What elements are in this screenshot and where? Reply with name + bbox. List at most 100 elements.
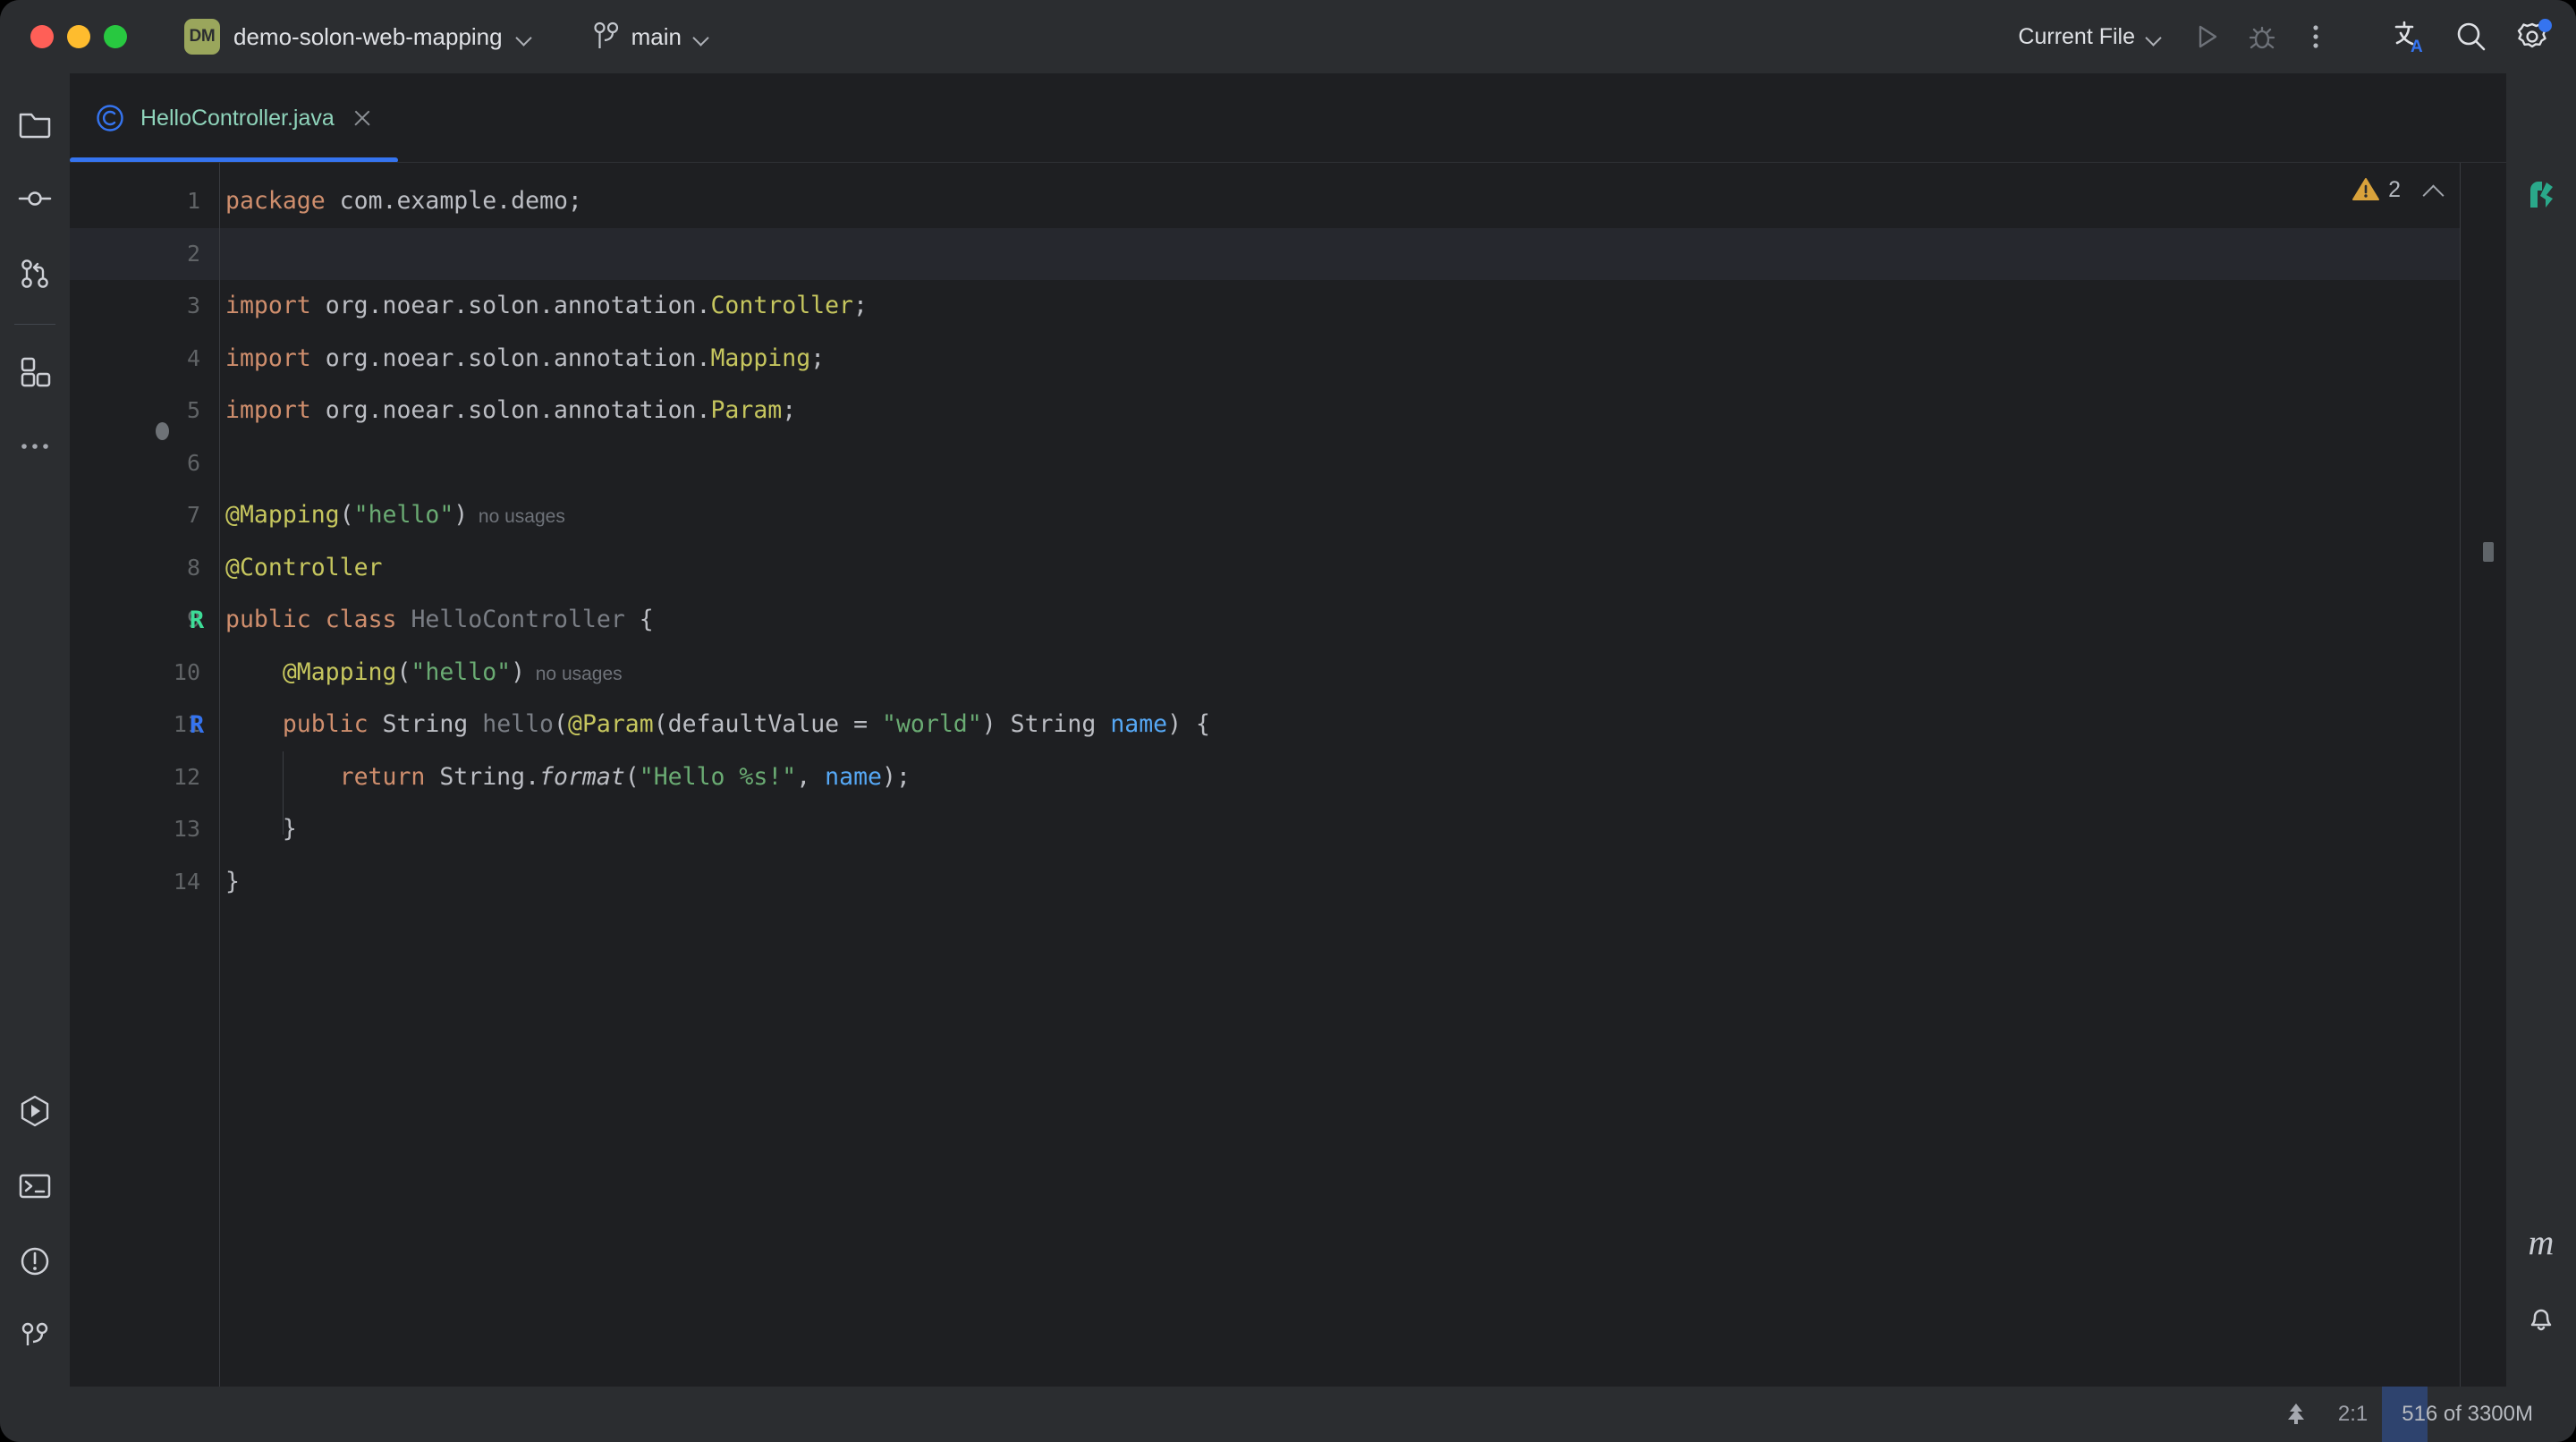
code-line[interactable]: import org.noear.solon.annotation.Param;	[220, 385, 2460, 437]
sidebar-item-commit[interactable]	[14, 178, 55, 219]
folder-icon	[19, 113, 51, 139]
code-token: name	[1110, 710, 1168, 738]
maximize-window-button[interactable]	[104, 25, 127, 48]
code-token: @Param	[567, 710, 654, 738]
code-editor[interactable]: 1 2 3 4 5 6 7 8 9 R 10 11 R 12 13 14 package com.exampl…	[70, 163, 2506, 1387]
tree-icon	[2287, 1404, 2304, 1424]
code-line[interactable]: }	[220, 803, 2460, 856]
code-token: import	[225, 292, 311, 319]
problems-icon	[21, 1247, 49, 1276]
memory-label: 516 of 3300M	[2402, 1402, 2533, 1426]
code-token: format	[539, 762, 625, 791]
code-line[interactable]: @Mapping("hello") no usages	[220, 489, 2460, 542]
more-options-button[interactable]	[2295, 16, 2336, 57]
settings-badge	[2538, 19, 2552, 32]
code-token: com.example.demo;	[339, 187, 582, 215]
line-number: 13	[173, 816, 200, 842]
sidebar-item-solon-plugin[interactable]	[2521, 176, 2562, 217]
editor-gutter[interactable]: 1 2 3 4 5 6 7 8 9 R 10 11 R 12 13 14	[70, 163, 220, 1387]
memory-indicator[interactable]: 516 of 3300M	[2382, 1387, 2553, 1442]
settings-icon[interactable]	[2512, 16, 2553, 57]
code-token: String	[439, 762, 526, 791]
toolbar-right: Current File A	[2003, 0, 2553, 73]
code-line[interactable]: public String hello(@Param(defaultValue …	[220, 699, 2460, 751]
run-button[interactable]	[2186, 16, 2227, 57]
translate-icon[interactable]: A	[2390, 16, 2431, 57]
code-token: "Hello %s!"	[639, 762, 797, 791]
code-token: @Controller	[225, 553, 383, 581]
code-token: org.noear.solon.annotation.	[310, 396, 711, 424]
gutter-fold-dot[interactable]	[156, 421, 169, 440]
gutter-run-marker[interactable]: R	[179, 699, 215, 751]
inlay-hint[interactable]: no usages	[468, 506, 565, 527]
sidebar-item-pull-requests[interactable]	[14, 253, 55, 294]
code-token: org.noear.solon.annotation.	[310, 344, 711, 372]
caret-position[interactable]: 2:1	[2324, 1387, 2382, 1442]
close-icon[interactable]	[350, 106, 375, 131]
line-number: 7	[186, 502, 200, 528]
code-line[interactable]: return String.format("Hello %s!", name);	[220, 751, 2460, 804]
code-token: "hello"	[411, 657, 512, 686]
code-token: ) {	[1167, 710, 1211, 738]
code-line[interactable]: @Controller	[220, 542, 2460, 595]
code-line[interactable]: public class HelloController {	[220, 594, 2460, 647]
left-tool-rail	[0, 73, 70, 1387]
code-content[interactable]: package com.example.demo; import org.noea…	[220, 163, 2460, 1387]
code-token: "world"	[882, 710, 982, 738]
code-token: )	[981, 710, 1011, 738]
sidebar-item-plugins[interactable]	[14, 351, 55, 392]
code-line[interactable]: import org.noear.solon.annotation.Contro…	[220, 280, 2460, 333]
code-token: @Mapping	[225, 501, 340, 529]
line-number: 4	[186, 344, 200, 371]
code-line[interactable]	[220, 228, 2460, 281]
debug-button[interactable]	[2241, 16, 2283, 57]
scrollbar-thumb[interactable]	[2483, 542, 2494, 562]
tab-hellocontroller-java[interactable]: HelloController.java	[70, 73, 398, 163]
code-line[interactable]: @Mapping("hello") no usages	[220, 647, 2460, 700]
sidebar-item-notifications[interactable]	[2521, 1297, 2562, 1338]
code-line[interactable]: import org.noear.solon.annotation.Mappin…	[220, 333, 2460, 386]
sidebar-item-maven[interactable]: m	[2521, 1222, 2562, 1263]
sidebar-item-terminal[interactable]	[14, 1166, 55, 1207]
code-token: {	[624, 606, 654, 633]
previous-problem-button[interactable]	[2420, 176, 2447, 203]
close-window-button[interactable]	[30, 25, 54, 48]
editor-tab-strip: HelloController.java	[70, 73, 2506, 163]
inlay-hint[interactable]: no usages	[525, 664, 623, 684]
run-configuration-selector[interactable]: Current File	[2003, 0, 2177, 73]
sidebar-item-project[interactable]	[14, 103, 55, 144]
gutter-run-marker[interactable]: R	[179, 594, 215, 647]
sidebar-item-version-control[interactable]	[14, 1316, 55, 1357]
code-token: class	[325, 606, 397, 633]
code-token: (	[339, 501, 354, 529]
code-token: public	[282, 710, 369, 738]
sidebar-item-problems[interactable]	[14, 1241, 55, 1282]
line-number: 5	[186, 397, 200, 423]
line-number: 6	[186, 449, 200, 476]
line-number: 14	[173, 868, 200, 895]
code-line[interactable]: package com.example.demo;	[220, 175, 2460, 228]
branch-selector[interactable]: main	[584, 16, 718, 57]
ide-window: DM demo-solon-web-mapping main Current F…	[0, 0, 2576, 1442]
line-number: 10	[173, 658, 200, 685]
code-token: ;	[810, 344, 826, 372]
right-tool-rail: m	[2506, 73, 2576, 1387]
code-token: String	[382, 710, 469, 738]
chevron-down-icon	[693, 29, 709, 45]
indent-tree-icon[interactable]	[2268, 1387, 2324, 1442]
code-line[interactable]: }	[220, 856, 2460, 909]
code-line[interactable]	[220, 437, 2460, 490]
code-token: );	[882, 762, 911, 791]
minimize-window-button[interactable]	[67, 25, 90, 48]
sidebar-item-run[interactable]	[14, 1090, 55, 1132]
pull-request-icon	[21, 259, 48, 288]
code-token: }	[225, 815, 297, 843]
editor-scrollbar[interactable]	[2460, 163, 2506, 1387]
sidebar-item-more[interactable]	[14, 426, 55, 467]
project-selector[interactable]: DM demo-solon-web-mapping	[179, 13, 543, 60]
search-everywhere-icon[interactable]	[2451, 16, 2492, 57]
